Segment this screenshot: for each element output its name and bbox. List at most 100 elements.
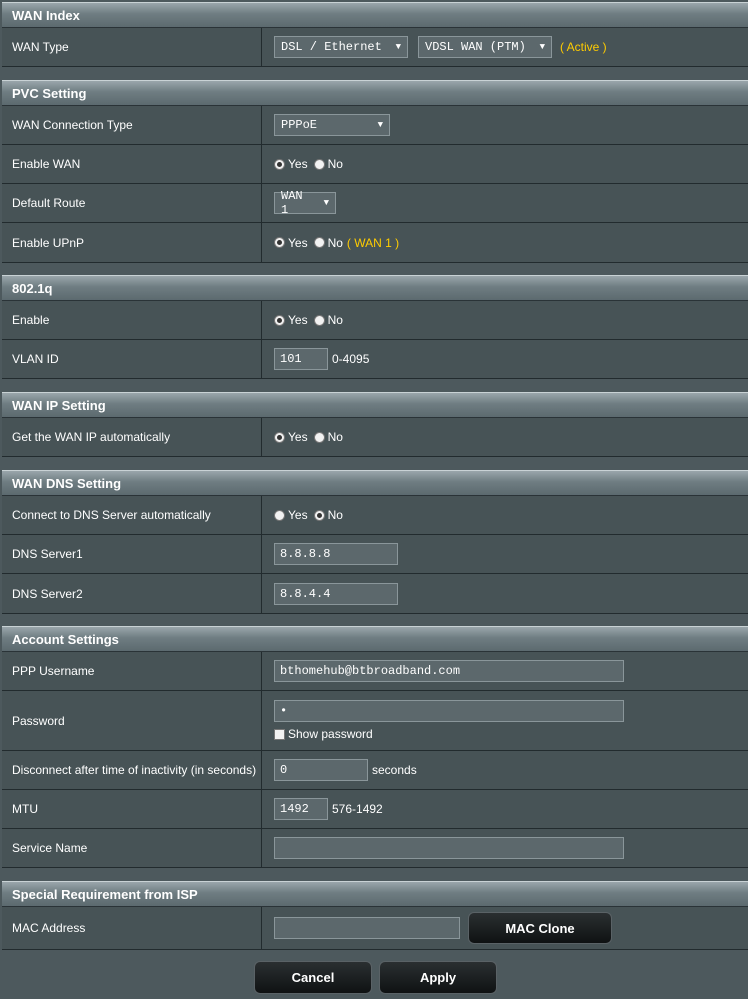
default-route-select-value: WAN 1 xyxy=(281,189,303,217)
upnp-note: ( WAN 1 ) xyxy=(346,235,400,250)
dns1-row: DNS Server1 8.8.8.8 xyxy=(2,535,748,574)
wan-ip-auto-value: Yes No xyxy=(262,418,748,456)
radio-no-label: No xyxy=(327,313,343,327)
show-password-label: Show password xyxy=(288,727,373,741)
dns-auto-label: Connect to DNS Server automatically xyxy=(2,496,262,534)
radio-icon xyxy=(313,237,325,248)
chevron-down-icon: ▼ xyxy=(323,198,329,208)
radio-yes-label: Yes xyxy=(288,157,308,171)
service-row: Service Name xyxy=(2,829,748,868)
wan-type-select[interactable]: DSL / Ethernet ▼ xyxy=(274,36,408,58)
wan-type-value: DSL / Ethernet ▼ VDSL WAN (PTM) ▼ ( Active… xyxy=(262,28,748,66)
radio-icon xyxy=(313,509,325,521)
wan-mode-select[interactable]: VDSL WAN (PTM) ▼ xyxy=(418,36,552,58)
upnp-row: Enable UPnP Yes No ( WAN 1 ) xyxy=(2,223,748,263)
apply-button[interactable]: Apply xyxy=(379,961,497,994)
conn-type-label: WAN Connection Type xyxy=(2,106,262,144)
radio-icon xyxy=(313,314,325,326)
radio-no-label: No xyxy=(327,235,343,250)
enable-wan-no-radio[interactable]: No xyxy=(313,157,343,171)
mtu-range-hint: 576-1492 xyxy=(332,802,383,816)
wan-ip-yes-radio[interactable]: Yes xyxy=(274,430,308,444)
enable-wan-value: Yes No xyxy=(262,145,748,183)
password-value: • Show password xyxy=(262,691,748,750)
radio-icon xyxy=(274,158,285,170)
radio-yes-label: Yes xyxy=(288,235,308,250)
dns2-label: DNS Server2 xyxy=(2,574,262,613)
dns1-input[interactable]: 8.8.8.8 xyxy=(274,543,398,565)
dns-auto-row: Connect to DNS Server automatically Yes … xyxy=(2,496,748,535)
enable-wan-yes-radio[interactable]: Yes xyxy=(274,157,308,171)
service-value xyxy=(262,829,748,867)
wan-ip-auto-row: Get the WAN IP automatically Yes No xyxy=(2,418,748,457)
wan-index-header: WAN Index xyxy=(2,2,748,28)
mac-clone-button[interactable]: MAC Clone xyxy=(468,912,612,944)
default-route-select[interactable]: WAN 1 ▼ xyxy=(274,189,336,217)
dot1q-header: 802.1q xyxy=(2,275,748,301)
wan-dns-section: WAN DNS Setting Connect to DNS Server au… xyxy=(2,470,748,614)
dns-auto-no-radio[interactable]: No xyxy=(313,508,343,522)
username-input[interactable]: bthomehub@btbroadband.com xyxy=(274,660,624,682)
password-row: Password • Show password xyxy=(2,691,748,751)
dns2-input[interactable]: 8.8.4.4 xyxy=(274,582,398,605)
dns-auto-value: Yes No xyxy=(262,496,748,534)
wan-type-select-value: DSL / Ethernet xyxy=(281,40,382,54)
radio-icon xyxy=(274,431,285,443)
conn-type-value: PPPoE ▼ xyxy=(262,106,748,144)
mac-address-input[interactable] xyxy=(274,917,460,939)
vlan-range-hint: 0-4095 xyxy=(332,352,370,366)
dns-auto-yes-radio[interactable]: Yes xyxy=(274,508,308,522)
idle-label: Disconnect after time of inactivity (in … xyxy=(2,751,262,789)
username-label: PPP Username xyxy=(2,652,262,690)
dot1q-no-radio[interactable]: No xyxy=(313,313,343,327)
upnp-no-radio[interactable]: No xyxy=(313,235,343,250)
radio-icon xyxy=(274,237,285,248)
mtu-label: MTU xyxy=(2,790,262,828)
mac-label: MAC Address xyxy=(2,907,262,949)
wan-mode-select-value: VDSL WAN (PTM) xyxy=(425,40,526,54)
service-label: Service Name xyxy=(2,829,262,867)
wan-type-label: WAN Type xyxy=(2,28,262,66)
dot1q-yes-radio[interactable]: Yes xyxy=(274,313,308,327)
conn-type-select[interactable]: PPPoE ▼ xyxy=(274,114,390,136)
pvc-section: PVC Setting WAN Connection Type PPPoE ▼ E… xyxy=(2,80,748,263)
chevron-down-icon: ▼ xyxy=(539,42,545,52)
show-password-checkbox[interactable] xyxy=(274,728,285,740)
conn-type-row: WAN Connection Type PPPoE ▼ xyxy=(2,106,748,145)
account-header: Account Settings xyxy=(2,626,748,652)
wan-type-row: WAN Type DSL / Ethernet ▼ VDSL WAN (PTM) ▼… xyxy=(2,28,748,67)
wan-ip-no-radio[interactable]: No xyxy=(313,430,343,444)
cancel-button[interactable]: Cancel xyxy=(254,961,372,994)
dot1q-section: 802.1q Enable Yes No VLAN ID 101 0-4095 xyxy=(2,275,748,379)
mtu-input[interactable]: 1492 xyxy=(274,798,328,820)
radio-icon xyxy=(313,431,325,443)
isp-header: Special Requirement from ISP xyxy=(2,881,748,907)
show-password-control[interactable]: Show password xyxy=(274,727,373,741)
password-input[interactable]: • xyxy=(274,700,624,722)
dns2-value: 8.8.4.4 xyxy=(262,574,748,613)
wan-ip-header: WAN IP Setting xyxy=(2,392,748,418)
dot1q-enable-value: Yes No xyxy=(262,301,748,339)
mtu-value: 1492 576-1492 xyxy=(262,790,748,828)
wan-index-section: WAN Index WAN Type DSL / Ethernet ▼ VDSL … xyxy=(2,2,748,67)
idle-unit: seconds xyxy=(372,763,417,777)
password-label: Password xyxy=(2,691,262,750)
idle-row: Disconnect after time of inactivity (in … xyxy=(2,751,748,790)
dot1q-enable-label: Enable xyxy=(2,301,262,339)
vlan-id-input[interactable]: 101 xyxy=(274,348,328,370)
mac-row: MAC Address MAC Clone xyxy=(2,907,748,950)
username-value: bthomehub@btbroadband.com xyxy=(262,652,748,690)
radio-yes-label: Yes xyxy=(288,508,308,522)
idle-value: 0 seconds xyxy=(262,751,748,789)
enable-wan-label: Enable WAN xyxy=(2,145,262,183)
dns1-value: 8.8.8.8 xyxy=(262,535,748,573)
radio-no-label: No xyxy=(327,430,343,444)
default-route-row: Default Route WAN 1 ▼ xyxy=(2,184,748,223)
upnp-value: Yes No ( WAN 1 ) xyxy=(262,223,748,262)
conn-type-select-value: PPPoE xyxy=(281,118,318,132)
service-name-input[interactable] xyxy=(274,837,624,859)
wan-dns-header: WAN DNS Setting xyxy=(2,470,748,496)
upnp-yes-radio[interactable]: Yes xyxy=(274,236,308,250)
vlan-value: 101 0-4095 xyxy=(262,340,748,378)
idle-input[interactable]: 0 xyxy=(274,759,368,781)
